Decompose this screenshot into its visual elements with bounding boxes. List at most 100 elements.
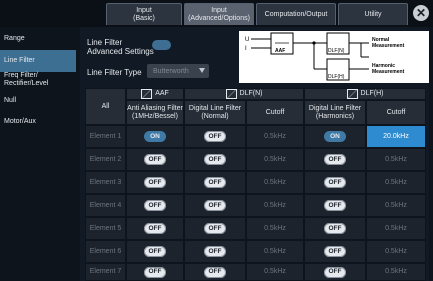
tab-input-basic[interactable]: Input (Basic) (106, 3, 182, 25)
toggle-pill[interactable]: OFF (324, 266, 346, 278)
toggle-pill[interactable]: OFF (144, 200, 166, 211)
sidebar: Range Line Filter Freq Filter/ Rectifier… (0, 27, 76, 281)
table-cell-cutoff-n[interactable]: 0.5kHz (246, 148, 304, 171)
close-icon[interactable]: ✕ (413, 5, 429, 21)
toggle-pill[interactable]: OFF (144, 223, 166, 234)
tab-input-advanced-options[interactable]: Input (Advanced/Options) (184, 3, 254, 25)
toggle-pill[interactable]: OFF (204, 223, 226, 234)
table-cell-dlfh[interactable]: OFF (304, 240, 366, 263)
toggle-pill[interactable]: OFF (204, 131, 226, 142)
table-cell-cutoff-h[interactable]: 0.5kHz (366, 263, 426, 281)
table-cell-dlfh[interactable]: OFF (304, 217, 366, 240)
line-filter-type-label: Line Filter Type (87, 68, 142, 77)
table-cell-aaf[interactable]: ON (126, 125, 184, 148)
toggle-pill[interactable]: ON (324, 131, 346, 142)
sidebar-item-range[interactable]: Range (0, 35, 76, 43)
table-cell-dlfn[interactable]: OFF (184, 194, 246, 217)
group-header-dlfn: DLF(N) (184, 88, 304, 100)
table-cell-dlfh[interactable]: ON (304, 125, 366, 148)
col-header-aaf[interactable]: Anti Aliasing Filter (1MHz/Bessel) (126, 100, 184, 125)
table-cell-cutoff-h[interactable]: 0.5kHz (366, 171, 426, 194)
sidebar-item-freq-filter[interactable]: Freq Filter/ Rectifier/Level (0, 72, 76, 88)
toggle-pill[interactable]: OFF (324, 154, 346, 165)
corner-all-button[interactable]: All (85, 88, 126, 125)
table-cell-cutoff-n[interactable]: 0.5kHz (246, 194, 304, 217)
toggle-pill[interactable]: OFF (144, 154, 166, 165)
toggle-pill[interactable]: ON (144, 131, 166, 142)
table-cell-aaf[interactable]: OFF (126, 240, 184, 263)
group-header-dlfh-label: DLF(H) (360, 90, 384, 97)
toggle-pill[interactable]: OFF (324, 200, 346, 211)
table-cell-cutoff-n[interactable]: 0.5kHz (246, 217, 304, 240)
advanced-settings-label: Line Filter Advanced Settings (87, 38, 154, 56)
toggle-pill[interactable]: OFF (204, 177, 226, 188)
diagram-u-label: U (245, 37, 249, 43)
table-row-header[interactable]: Element 3 (85, 171, 126, 194)
table-cell-dlfh[interactable]: OFF (304, 148, 366, 171)
col-header-dlfh[interactable]: Digital Line Filter (Harmonics) (304, 100, 366, 125)
table-cell-dlfn[interactable]: OFF (184, 148, 246, 171)
col-header-cutoff-n[interactable]: Cutoff (246, 100, 304, 125)
table-cell-aaf[interactable]: OFF (126, 263, 184, 281)
table-cell-dlfn[interactable]: OFF (184, 217, 246, 240)
diagram-harmonic-meas-label-2: Measurement (372, 69, 405, 75)
table-cell-cutoff-h[interactable]: 0.5kHz (366, 217, 426, 240)
diagram-i-label: I (245, 46, 247, 52)
group-header-aaf-label: AAF (155, 90, 169, 97)
table-cell-cutoff-n[interactable]: 0.5kHz (246, 171, 304, 194)
table-cell-cutoff-n[interactable]: 0.5kHz (246, 263, 304, 281)
lowpass-icon (225, 89, 237, 99)
toggle-pill[interactable]: OFF (204, 154, 226, 165)
tab-computation-output[interactable]: Computation/Output (256, 3, 336, 25)
table-row-header[interactable]: Element 1 (85, 125, 126, 148)
table-cell-cutoff-h[interactable]: 20.0kHz (366, 125, 426, 148)
table-row-header[interactable]: Element 5 (85, 217, 126, 240)
table-cell-cutoff-h[interactable]: 0.5kHz (366, 240, 426, 263)
toggle-pill[interactable]: OFF (144, 266, 166, 278)
table-cell-dlfn[interactable]: OFF (184, 263, 246, 281)
table-row-header[interactable]: Element 6 (85, 240, 126, 263)
table-cell-dlfh[interactable]: OFF (304, 171, 366, 194)
chevron-down-icon (199, 68, 205, 73)
toggle-pill[interactable]: OFF (324, 223, 346, 234)
col-header-cutoff-h[interactable]: Cutoff (366, 100, 426, 125)
toggle-pill[interactable]: OFF (324, 246, 346, 257)
lowpass-icon (141, 89, 153, 99)
table-cell-dlfn[interactable]: OFF (184, 240, 246, 263)
filter-block-diagram: U I AAF DLF(N) DLF(H) Normal Measurement… (239, 31, 429, 83)
table-cell-dlfn[interactable]: OFF (184, 171, 246, 194)
table-cell-aaf[interactable]: OFF (126, 148, 184, 171)
tab-utility[interactable]: Utility (338, 3, 408, 25)
table-cell-aaf[interactable]: OFF (126, 194, 184, 217)
top-tab-bar: Input (Basic) Input (Advanced/Options) C… (0, 0, 433, 27)
group-header-dlfh: DLF(H) (304, 88, 426, 100)
sidebar-item-null[interactable]: Null (0, 97, 76, 105)
toggle-pill[interactable]: OFF (144, 246, 166, 257)
table-cell-dlfn[interactable]: OFF (184, 125, 246, 148)
diagram-aaf-label: AAF (275, 48, 285, 54)
line-filter-type-select[interactable]: Butterworth (147, 64, 209, 78)
col-header-dlfn[interactable]: Digital Line Filter (Normal) (184, 100, 246, 125)
diagram-dlfn-label: DLF(N) (328, 48, 345, 54)
diagram-dlfh-label: DLF(H) (328, 74, 345, 80)
table-row-header[interactable]: Element 7 (85, 263, 126, 281)
lowpass-icon (346, 89, 358, 99)
toggle-pill[interactable]: OFF (204, 200, 226, 211)
table-row-header[interactable]: Element 4 (85, 194, 126, 217)
table-cell-cutoff-n[interactable]: 0.5kHz (246, 125, 304, 148)
table-cell-cutoff-n[interactable]: 0.5kHz (246, 240, 304, 263)
table-cell-aaf[interactable]: OFF (126, 217, 184, 240)
table-cell-aaf[interactable]: OFF (126, 171, 184, 194)
toggle-pill[interactable]: OFF (204, 266, 226, 278)
table-cell-cutoff-h[interactable]: 0.5kHz (366, 194, 426, 217)
table-row-header[interactable]: Element 2 (85, 148, 126, 171)
toggle-pill[interactable]: OFF (324, 177, 346, 188)
table-cell-dlfh[interactable]: OFF (304, 263, 366, 281)
toggle-pill[interactable]: OFF (204, 246, 226, 257)
table-cell-cutoff-h[interactable]: 0.5kHz (366, 148, 426, 171)
toggle-pill[interactable]: OFF (144, 177, 166, 188)
sidebar-item-line-filter[interactable]: Line Filter (0, 50, 76, 72)
advanced-settings-toggle[interactable] (152, 40, 171, 50)
table-cell-dlfh[interactable]: OFF (304, 194, 366, 217)
sidebar-item-motor-aux[interactable]: Motor/Aux (0, 118, 76, 126)
